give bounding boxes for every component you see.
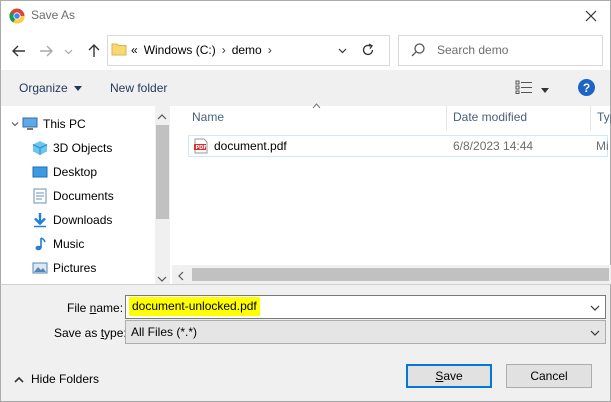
save-type-select[interactable] <box>125 320 606 344</box>
sidebar-item-label: Music <box>53 237 85 251</box>
details-view-icon <box>515 80 532 94</box>
close-icon <box>585 10 596 22</box>
chevron-down-icon <box>590 305 600 311</box>
file-type-cell: Mi <box>596 139 609 153</box>
sidebar-item-this-pc[interactable]: This PC <box>8 112 163 136</box>
breadcrumb-overflow[interactable]: « <box>131 43 138 57</box>
arrow-right-icon <box>40 45 53 57</box>
arrow-left-icon <box>12 45 25 57</box>
save-type-value: All Files (*.*) <box>131 325 198 339</box>
organize-label: Organize <box>19 81 68 95</box>
sidebar-item-label: Downloads <box>53 213 113 227</box>
download-icon <box>32 212 48 228</box>
caret-down-icon <box>541 88 549 93</box>
file-name-dropdown-button[interactable] <box>590 301 600 315</box>
organize-button[interactable]: Organize <box>19 81 82 95</box>
pictures-icon <box>32 260 48 276</box>
sidebar-item-label: Desktop <box>53 165 98 179</box>
folder-icon <box>111 41 127 57</box>
refresh-button[interactable] <box>358 40 378 60</box>
file-name-label: File name: <box>67 301 124 315</box>
cancel-button[interactable]: Cancel <box>506 364 592 388</box>
column-divider[interactable] <box>446 106 447 130</box>
breadcrumb-separator[interactable]: › <box>268 43 272 57</box>
breadcrumb-separator[interactable]: › <box>222 43 226 57</box>
music-icon <box>32 236 48 252</box>
help-button[interactable]: ? <box>578 79 595 96</box>
save-button[interactable]: Save <box>406 364 492 388</box>
save-type-label: Save as type: <box>54 326 127 340</box>
computer-icon <box>22 116 38 132</box>
chevron-up-icon <box>14 376 24 383</box>
file-date-cell: 6/8/2023 14:44 <box>453 139 534 153</box>
scroll-up-icon[interactable] <box>157 109 167 123</box>
close-button[interactable] <box>570 0 611 32</box>
caret-down-icon <box>73 85 82 91</box>
column-divider[interactable] <box>590 106 591 130</box>
file-name-cell[interactable]: document.pdf <box>214 139 287 153</box>
breadcrumb-windows-c[interactable]: Windows (C:) <box>144 43 216 57</box>
sidebar-item-label: Documents <box>53 189 114 203</box>
new-folder-button[interactable]: New folder <box>110 81 167 95</box>
breadcrumb-demo[interactable]: demo <box>232 43 262 57</box>
horizontal-scroll-thumb[interactable] <box>192 268 609 281</box>
sidebar-item-label: Pictures <box>53 261 97 275</box>
search-placeholder: Search demo <box>437 43 509 57</box>
hide-folders-button[interactable]: Hide Folders <box>14 372 99 386</box>
file-list <box>172 106 611 284</box>
column-header-type[interactable]: Typ <box>597 110 611 124</box>
pdf-icon: PDF <box>193 138 209 154</box>
title-bar <box>0 0 611 32</box>
svg-text:PDF: PDF <box>196 145 207 151</box>
forward-button[interactable] <box>36 41 56 61</box>
sidebar-item-label: This PC <box>43 117 86 131</box>
chevron-down-icon <box>590 330 600 336</box>
sort-ascending-icon <box>312 101 321 111</box>
scroll-left-icon[interactable] <box>177 270 184 284</box>
save-type-dropdown-button[interactable] <box>590 326 600 340</box>
back-button[interactable] <box>9 41 29 61</box>
document-icon <box>32 188 48 204</box>
view-options-button[interactable] <box>515 80 535 96</box>
chrome-icon <box>9 8 25 24</box>
hide-folders-label: Hide Folders <box>31 372 100 386</box>
column-header-name[interactable]: Name <box>192 110 224 124</box>
refresh-icon <box>362 43 374 56</box>
up-button[interactable] <box>84 41 104 61</box>
window-title: Save As <box>31 8 76 22</box>
recent-locations-button[interactable] <box>62 41 74 61</box>
arrow-up-icon <box>88 44 100 57</box>
sidebar-item-label: 3D Objects <box>53 141 113 155</box>
view-dropdown-button[interactable] <box>541 82 549 96</box>
search-icon <box>410 42 426 58</box>
breadcrumb: « Windows (C:) › demo › <box>131 43 272 57</box>
chevron-down-icon[interactable] <box>8 120 22 128</box>
chevron-down-icon <box>338 48 346 53</box>
file-name-value[interactable]: document-unlocked.pdf <box>129 297 260 316</box>
address-dropdown-button[interactable] <box>332 40 352 60</box>
sidebar-scroll-thumb[interactable] <box>156 125 169 219</box>
desktop-icon <box>32 164 48 180</box>
column-header-date-modified[interactable]: Date modified <box>453 110 527 124</box>
cube-icon <box>32 140 48 156</box>
chevron-down-icon <box>64 49 72 54</box>
